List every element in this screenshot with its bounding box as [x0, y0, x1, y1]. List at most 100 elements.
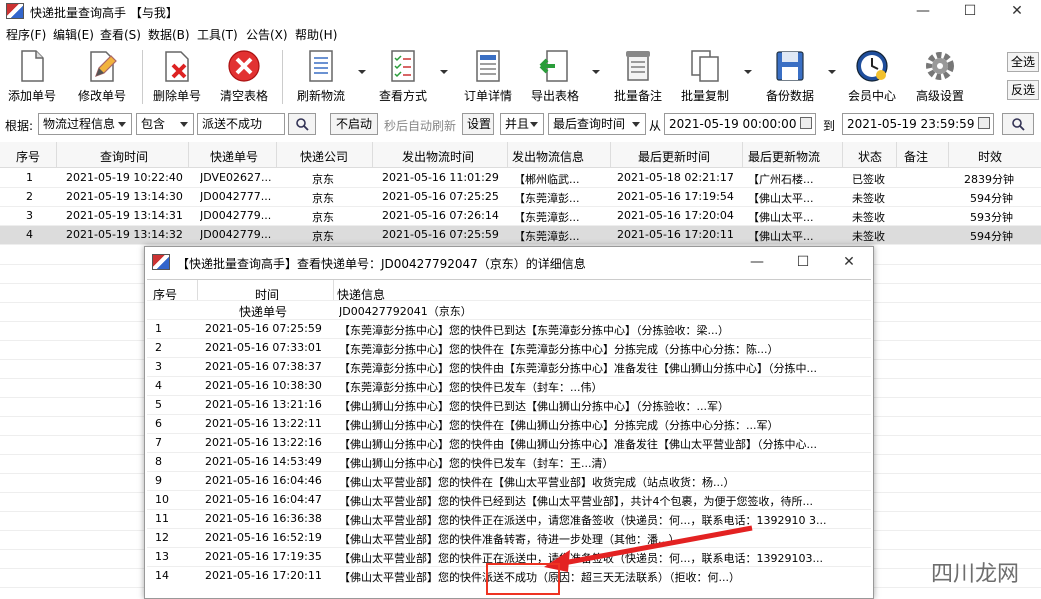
- col-waybill[interactable]: 快递单号: [210, 148, 258, 165]
- join-select[interactable]: 并且: [500, 113, 544, 135]
- to-label: 到: [823, 119, 836, 133]
- filter-field-select[interactable]: 物流过程信息: [38, 113, 132, 135]
- clear-table-button[interactable]: 清空表格: [216, 48, 272, 104]
- list-item[interactable]: 6 2021-05-16 13:22:11 【佛山狮山分拣中心】您的快件在【佛山狮山…: [147, 414, 871, 433]
- member-center-button[interactable]: 会员中心: [844, 48, 900, 104]
- waybill-row: 快递单号 JD00427792041（京东）: [147, 300, 871, 319]
- auto-refresh-label: 秒后自动刷新: [384, 119, 457, 133]
- menu-tools[interactable]: 工具(T): [197, 26, 238, 43]
- gear-icon: [926, 52, 954, 80]
- calendar-icon[interactable]: [978, 117, 990, 129]
- select-all-button[interactable]: 全选: [1007, 52, 1039, 72]
- time-search-button[interactable]: [1002, 113, 1034, 135]
- dialog-maximize-icon[interactable]: ☐: [783, 251, 823, 273]
- floppy-icon: [776, 51, 804, 81]
- list-item[interactable]: 7 2021-05-16 13:22:16 【佛山狮山分拣中心】您的快件由【佛山狮山…: [147, 433, 871, 452]
- col-company[interactable]: 快递公司: [300, 148, 348, 165]
- invert-selection-button[interactable]: 反选: [1007, 80, 1039, 100]
- filter-search-button[interactable]: [288, 113, 316, 135]
- toolbar: 添加单号 修改单号 删除单号 清空表格 刷新物流 查看方式 订单详情 导出表格 …: [0, 44, 1041, 110]
- search-icon: [1012, 118, 1025, 131]
- col-sent-time[interactable]: 发出物流时间: [402, 148, 474, 165]
- filter-bar: 根据: 物流过程信息 包含 派送不成功 不启动 秒后自动刷新 设置 并且 最后查…: [0, 110, 1041, 140]
- col-last-update-info[interactable]: 最后更新物流: [748, 148, 820, 165]
- menu-edit[interactable]: 编辑(E): [53, 26, 94, 43]
- edit-waybill-button[interactable]: 修改单号: [74, 48, 130, 104]
- backup-data-button[interactable]: 备份数据: [762, 48, 818, 104]
- col-last-update-time[interactable]: 最后更新时间: [638, 148, 710, 165]
- filter-label: 根据:: [5, 119, 34, 133]
- refresh-logistics-button[interactable]: 刷新物流: [292, 48, 350, 104]
- clock-icon: [856, 50, 888, 82]
- list-item[interactable]: 4 2021-05-16 10:38:30 【东莞漳彭分拣中心】您的快件已发车（封车…: [147, 376, 871, 395]
- table-row-selected[interactable]: 4 2021-05-19 13:14:32 JD0042779... 京东 20…: [0, 226, 1041, 245]
- from-datetime-picker[interactable]: 2021-05-19 00:00:00: [664, 113, 816, 135]
- app-logo-icon: [6, 3, 24, 19]
- export-table-button[interactable]: 导出表格: [526, 48, 584, 104]
- table-row[interactable]: 2 2021-05-19 13:14:30 JD0042777... 京东 20…: [0, 188, 1041, 207]
- batch-copy-button[interactable]: 批量复制: [677, 48, 733, 104]
- order-detail-icon: [476, 50, 500, 82]
- annotation-highlight-box: [486, 563, 560, 595]
- app-logo-icon: [152, 254, 170, 270]
- batch-note-button[interactable]: 批量备注: [610, 48, 666, 104]
- dialog-close-icon[interactable]: ✕: [829, 251, 869, 273]
- watermark-text: 四川龙网: [931, 562, 1020, 587]
- settings-button[interactable]: 设置: [462, 113, 494, 135]
- filter-keyword-input[interactable]: 派送不成功: [197, 113, 285, 135]
- list-item[interactable]: 1 2021-05-16 07:25:59 【东莞漳彭分拣中心】您的快件已到达【东莞…: [147, 319, 871, 338]
- col-timeliness[interactable]: 时效: [978, 148, 1002, 165]
- col-query-time[interactable]: 查询时间: [100, 148, 148, 165]
- dialog-title: 【快递批量查询高手】查看快递单号：JD00427792047（京东）的详细信息: [177, 257, 586, 271]
- table-header: 序号 查询时间 快递单号 快递公司 发出物流时间 发出物流信息 最后更新时间 最…: [0, 142, 1041, 168]
- col-sent-info[interactable]: 发出物流信息: [512, 148, 584, 165]
- refresh-list-icon: [309, 50, 333, 82]
- menu-bar: 程序(F) 编辑(E) 查看(S) 数据(B) 工具(T) 公告(X) 帮助(H…: [0, 24, 1041, 44]
- copy-icon: [691, 50, 719, 82]
- minimize-icon[interactable]: —: [903, 0, 943, 22]
- search-icon: [296, 118, 309, 131]
- dialog-minimize-icon[interactable]: —: [737, 251, 777, 273]
- checklist-icon: [391, 50, 415, 82]
- note-icon: [626, 51, 650, 81]
- from-label: 从: [649, 119, 662, 133]
- list-item[interactable]: 3 2021-05-16 07:38:37 【东莞漳彭分拣中心】您的快件由【东莞漳彭…: [147, 357, 871, 376]
- col-note[interactable]: 备注: [904, 148, 928, 165]
- menu-view[interactable]: 查看(S): [100, 26, 141, 43]
- to-datetime-picker[interactable]: 2021-05-19 23:59:59: [842, 113, 994, 135]
- menu-program[interactable]: 程序(F): [6, 26, 46, 43]
- dialog-title-bar[interactable]: 【快递批量查询高手】查看快递单号：JD00427792047（京东）的详细信息 …: [145, 247, 873, 277]
- col-index[interactable]: 序号: [16, 148, 40, 165]
- list-item[interactable]: 8 2021-05-16 14:53:49 【佛山狮山分拣中心】您的快件已发车（封车…: [147, 452, 871, 471]
- menu-notice[interactable]: 公告(X): [246, 26, 288, 43]
- no-start-button[interactable]: 不启动: [330, 113, 378, 135]
- filter-op-select[interactable]: 包含: [136, 113, 194, 135]
- delete-waybill-button[interactable]: 删除单号: [150, 48, 204, 104]
- list-item[interactable]: 5 2021-05-16 13:21:16 【佛山狮山分拣中心】您的快件已到达【佛山…: [147, 395, 871, 414]
- menu-data[interactable]: 数据(B): [148, 26, 190, 43]
- delete-icon: [165, 51, 189, 82]
- main-title-bar[interactable]: 快递批量查询高手 【与我】 — ☐ ✕: [0, 0, 1041, 24]
- advanced-settings-button[interactable]: 高级设置: [912, 48, 968, 104]
- annotation-arrow-icon: [544, 525, 753, 572]
- order-detail-button[interactable]: 订单详情: [460, 48, 516, 104]
- table-row[interactable]: 3 2021-05-19 13:14:31 JD0042779... 京东 20…: [0, 207, 1041, 226]
- clear-icon: [228, 50, 260, 82]
- menu-help[interactable]: 帮助(H): [295, 26, 337, 43]
- calendar-icon[interactable]: [800, 117, 812, 129]
- table-row[interactable]: 1 2021-05-19 10:22:40 JDVE02627... 京东 20…: [0, 169, 1041, 188]
- close-icon[interactable]: ✕: [997, 0, 1037, 22]
- window-title: 快递批量查询高手 【与我】: [30, 6, 178, 20]
- list-item[interactable]: 10 2021-05-16 16:04:47 【佛山太平营业部】您的快件已经到达【佛…: [147, 490, 871, 509]
- maximize-icon[interactable]: ☐: [950, 0, 990, 22]
- export-icon: [539, 50, 568, 82]
- dialog-table-header: 序号 时间 快递信息: [147, 280, 871, 302]
- list-item[interactable]: 2 2021-05-16 07:33:01 【东莞漳彭分拣中心】您的快件在【东莞漳彭…: [147, 338, 871, 357]
- list-item[interactable]: 9 2021-05-16 16:04:46 【佛山太平营业部】您的快件在【佛山太平营…: [147, 471, 871, 490]
- time-field-select[interactable]: 最后查询时间: [548, 113, 646, 135]
- col-status[interactable]: 状态: [858, 148, 882, 165]
- pencil-icon: [90, 51, 117, 82]
- view-mode-button[interactable]: 查看方式: [374, 48, 432, 104]
- document-icon: [21, 50, 44, 82]
- add-waybill-button[interactable]: 添加单号: [6, 48, 58, 104]
